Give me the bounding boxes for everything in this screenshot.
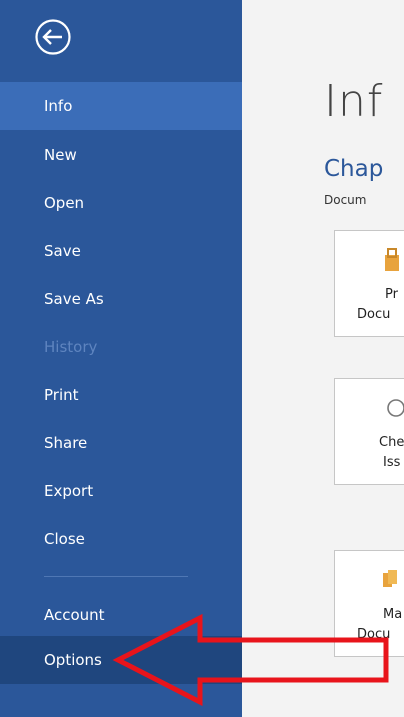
nav-account[interactable]: Account [0,591,242,639]
nav-history: History [44,338,98,356]
nav-info[interactable]: Info [0,82,242,130]
inspect-icon [387,399,404,417]
document-title: Chap [324,156,384,182]
card-label-line2: Iss [383,455,401,470]
protect-document-button[interactable]: Pr Docu [334,230,404,337]
page-title: Inf [324,76,384,127]
card-label-line1: Pr [385,287,398,302]
info-panel: Inf Chap Docum Pr Docu Che Iss Ma Docu [242,0,404,717]
manage-document-button[interactable]: Ma Docu [334,550,404,657]
nav-print[interactable]: Print [0,371,242,419]
backstage-sidebar: Info New Open Save Save As History Print… [0,0,242,717]
back-button[interactable] [34,18,72,56]
card-label-line1: Che [379,435,404,450]
nav-save[interactable]: Save [0,227,242,275]
nav-divider [44,576,188,577]
lock-icon [385,248,399,271]
nav-close[interactable]: Close [0,515,242,563]
card-label-line1: Ma [383,607,403,622]
nav-new[interactable]: New [0,131,242,179]
check-issues-button[interactable]: Che Iss [334,378,404,485]
nav-export[interactable]: Export [0,467,242,515]
document-versions-icon [383,570,397,587]
nav-share[interactable]: Share [0,419,242,467]
nav-open[interactable]: Open [0,179,242,227]
card-label-line2: Docu [357,307,391,322]
card-label-line2: Docu [357,627,391,642]
nav-save-as[interactable]: Save As [0,275,242,323]
document-path: Docum [324,193,367,207]
nav-options[interactable]: Options [0,636,242,684]
back-arrow-icon [35,19,71,55]
